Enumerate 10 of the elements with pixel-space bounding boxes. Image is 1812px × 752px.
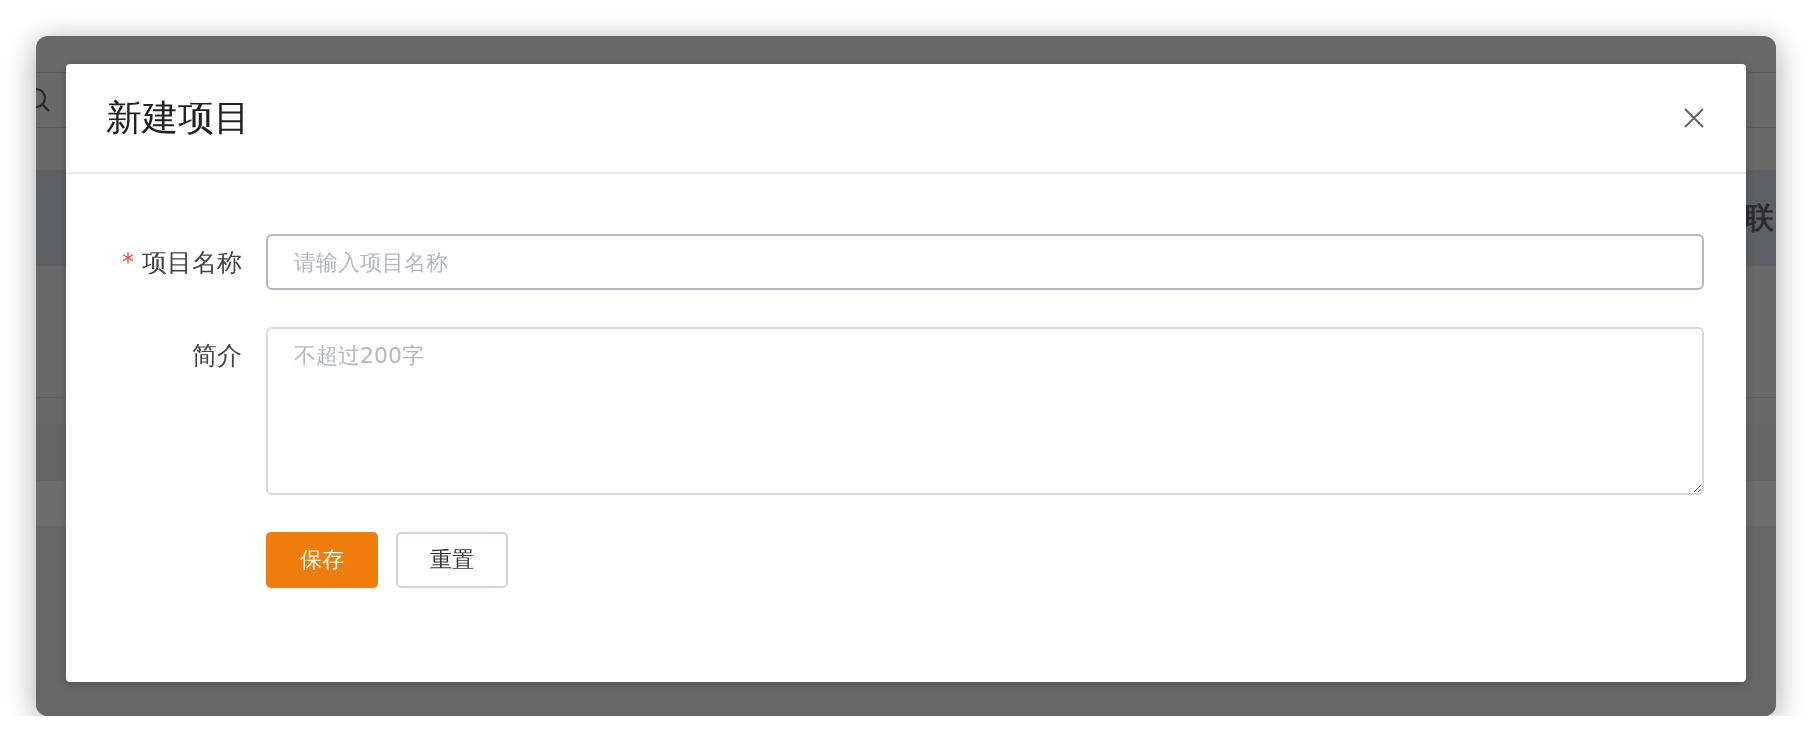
field-label: 项目名称	[142, 246, 242, 279]
field-label: 简介	[192, 339, 242, 372]
dialog-title: 新建项目	[106, 95, 250, 140]
close-icon	[1682, 106, 1706, 130]
required-mark: *	[122, 248, 134, 276]
reset-button[interactable]: 重置	[396, 532, 508, 588]
close-button[interactable]	[1682, 106, 1706, 130]
name-field[interactable]: 请输入项目名称	[266, 234, 1704, 290]
description-field[interactable]: 不超过200字	[266, 327, 1704, 495]
search-icon	[36, 87, 52, 113]
